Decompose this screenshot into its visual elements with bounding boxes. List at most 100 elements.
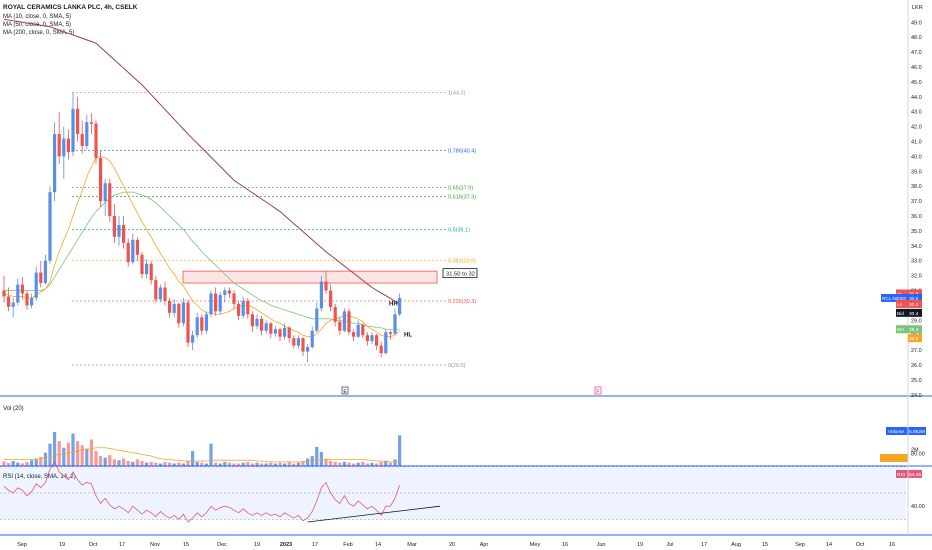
candle bbox=[301, 336, 305, 357]
volume-bar bbox=[287, 461, 291, 466]
candle-body bbox=[145, 263, 149, 275]
candle bbox=[16, 278, 20, 306]
candle bbox=[347, 308, 351, 336]
x-tick-label: Mey bbox=[530, 542, 541, 548]
hl-label: HL bbox=[404, 333, 412, 339]
volume-tag: Volume bbox=[888, 429, 904, 435]
candle bbox=[227, 287, 231, 298]
candle bbox=[43, 254, 47, 285]
candle-body bbox=[103, 183, 107, 202]
fib-level-label: 0(26.0) bbox=[448, 363, 466, 369]
candle-body bbox=[108, 183, 112, 216]
volume-bar bbox=[384, 461, 388, 466]
price-tick-label: 36.0 bbox=[911, 214, 922, 220]
x-tick-label: 16 bbox=[562, 542, 568, 548]
candle bbox=[186, 299, 190, 348]
volume-pane[interactable]: Vol (20)4M2MVolume5.862M bbox=[2, 406, 926, 466]
candle-body bbox=[71, 108, 75, 152]
candle-body bbox=[53, 134, 57, 193]
candle bbox=[163, 281, 167, 306]
price-tick-label: 42.0 bbox=[911, 125, 922, 131]
volume-bar bbox=[99, 456, 103, 466]
candle-body bbox=[163, 287, 167, 301]
candle bbox=[200, 314, 204, 336]
candle bbox=[158, 284, 162, 303]
x-tick-label: 19 bbox=[59, 542, 65, 548]
symbol-title: ROYAL CERAMICS LANKA PLC, 4h, CSELK bbox=[3, 4, 138, 11]
volume-bar bbox=[30, 460, 34, 466]
candle bbox=[379, 341, 383, 358]
candle-body bbox=[122, 224, 126, 243]
price-tick-label: 26.0 bbox=[911, 363, 922, 369]
low-value: 30.1 bbox=[909, 302, 919, 308]
candle bbox=[66, 129, 70, 160]
candle-body bbox=[296, 338, 300, 346]
volume-bar bbox=[342, 461, 346, 466]
volume-bar bbox=[71, 433, 75, 466]
resistance-zone bbox=[182, 270, 438, 284]
candle-body bbox=[255, 318, 259, 327]
price-tick-label: 43.0 bbox=[911, 110, 922, 116]
candle-body bbox=[232, 293, 236, 304]
volume-bar bbox=[2, 461, 6, 466]
volume-bar bbox=[25, 461, 29, 466]
candle-body bbox=[30, 297, 34, 306]
candle bbox=[94, 120, 98, 164]
price-tick-label: 33.0 bbox=[911, 259, 922, 265]
candle-body bbox=[181, 302, 185, 324]
price-pane[interactable]: 1(44.3) 0.786(40.4) 0.65(37.9) 0.618(37.3) 0… bbox=[2, 18, 602, 395]
candle-body bbox=[200, 317, 204, 331]
x-tick-label: Aug bbox=[731, 542, 741, 548]
candle-body bbox=[209, 293, 213, 315]
volume-bar bbox=[186, 461, 190, 466]
candle bbox=[214, 287, 218, 316]
volume-bar bbox=[80, 445, 84, 466]
candle-body bbox=[292, 338, 296, 346]
candle-body bbox=[20, 284, 24, 294]
price-tick-label: 41.0 bbox=[911, 140, 922, 146]
volume-bar bbox=[85, 448, 89, 466]
candle bbox=[177, 302, 181, 328]
volume-bar bbox=[324, 459, 328, 466]
resistance-box-label: 31.50 to 32 bbox=[446, 272, 475, 278]
candle-body bbox=[218, 294, 222, 312]
candle bbox=[370, 332, 374, 345]
candle bbox=[2, 275, 6, 303]
candle-body bbox=[347, 311, 351, 333]
candle-body bbox=[398, 297, 402, 315]
rsi-tick-label: 40.00 bbox=[911, 504, 925, 510]
candle bbox=[117, 216, 121, 246]
x-tick-label: Jun bbox=[597, 542, 606, 548]
volume-bar bbox=[333, 461, 337, 466]
candle-body bbox=[269, 323, 273, 334]
candle bbox=[209, 290, 213, 318]
candle-body bbox=[388, 332, 392, 334]
candle bbox=[191, 330, 195, 351]
candle bbox=[269, 321, 273, 339]
price-tick-label: 24.0 bbox=[911, 393, 922, 399]
candle bbox=[365, 332, 369, 346]
candle-body bbox=[99, 157, 103, 202]
candle-body bbox=[278, 329, 282, 337]
fib-level-label: 0.618(37.3) bbox=[448, 195, 476, 201]
candle-body bbox=[356, 324, 360, 337]
fib-level-label: 0.65(37.9) bbox=[448, 186, 473, 192]
volume-bar bbox=[163, 461, 167, 466]
candle-body bbox=[214, 293, 218, 312]
price-tick-label: 47.0 bbox=[911, 50, 922, 56]
x-tick-label: 17 bbox=[701, 542, 707, 548]
price-tick-label: 49.0 bbox=[911, 20, 922, 26]
candle-body bbox=[62, 138, 66, 157]
volume-bar bbox=[319, 451, 323, 466]
price-tick-label: 40.0 bbox=[911, 154, 922, 160]
x-tick-label: Oct bbox=[89, 542, 98, 548]
candle bbox=[352, 329, 356, 342]
candle-body bbox=[7, 296, 11, 307]
candle-body bbox=[342, 311, 346, 331]
volume-bar bbox=[246, 461, 250, 466]
volume-bar bbox=[393, 459, 397, 466]
candle-body bbox=[2, 290, 6, 297]
candle bbox=[131, 233, 135, 264]
price-tick-label: 39.0 bbox=[911, 169, 922, 175]
candle-body bbox=[112, 216, 116, 237]
